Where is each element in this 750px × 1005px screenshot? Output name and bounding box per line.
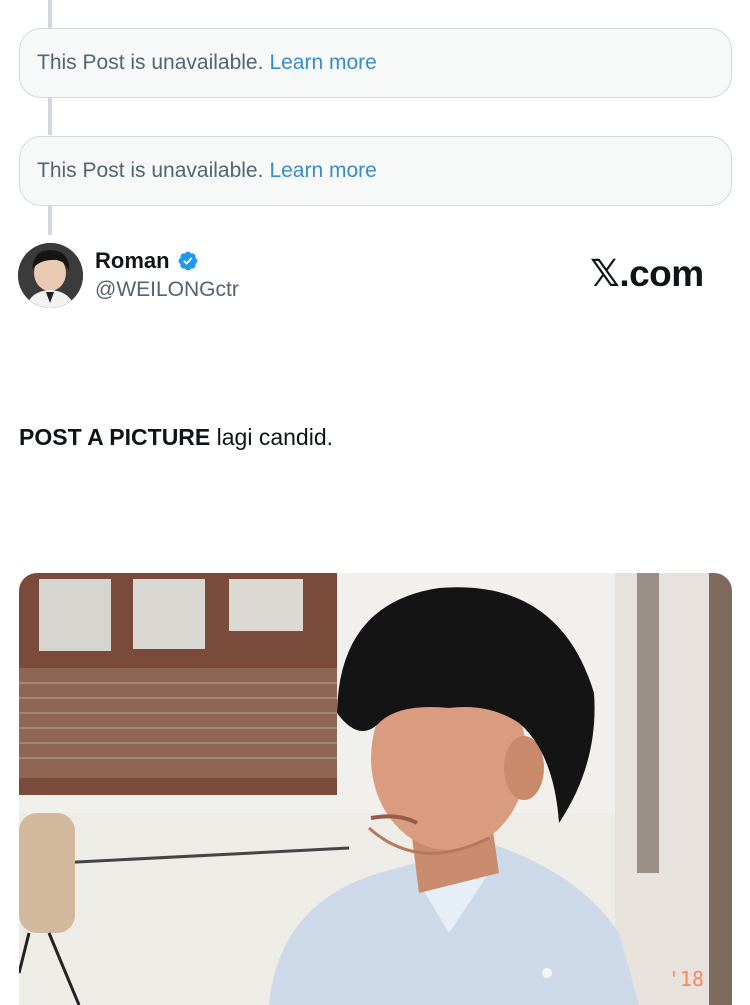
learn-more-link[interactable]: Learn more xyxy=(269,51,376,75)
avatar-image xyxy=(18,243,83,308)
thread-line xyxy=(48,0,52,28)
learn-more-link[interactable]: Learn more xyxy=(269,159,376,183)
author-name[interactable]: Roman xyxy=(95,248,199,274)
unavailable-message: This Post is unavailable. xyxy=(37,51,264,74)
brand-domain: .com xyxy=(619,253,704,294)
thread-line xyxy=(48,205,52,235)
portrait-photo xyxy=(19,573,732,1005)
verified-badge-icon xyxy=(178,251,197,271)
post-text-emphasis: POST A PICTURE xyxy=(19,424,211,450)
unavailable-message: This Post is unavailable. xyxy=(37,159,264,182)
post-photo[interactable]: '18 xyxy=(19,573,732,1005)
unavailable-post-card: This Post is unavailable. Learn more xyxy=(19,136,732,206)
thread-line xyxy=(48,97,52,135)
author-name-text: Roman xyxy=(95,248,170,273)
x-logo: 𝕏 .com xyxy=(590,252,704,295)
post-text: POST A PICTURE lagi candid. xyxy=(19,424,333,451)
photo-date-stamp: '18 xyxy=(667,967,704,991)
author-handle[interactable]: @WEILONGctr xyxy=(95,278,239,302)
unavailable-post-card: This Post is unavailable. Learn more xyxy=(19,28,732,98)
post-text-body: lagi candid. xyxy=(210,424,334,450)
x-glyph-icon: 𝕏 xyxy=(590,252,620,295)
author-avatar[interactable] xyxy=(18,243,83,308)
